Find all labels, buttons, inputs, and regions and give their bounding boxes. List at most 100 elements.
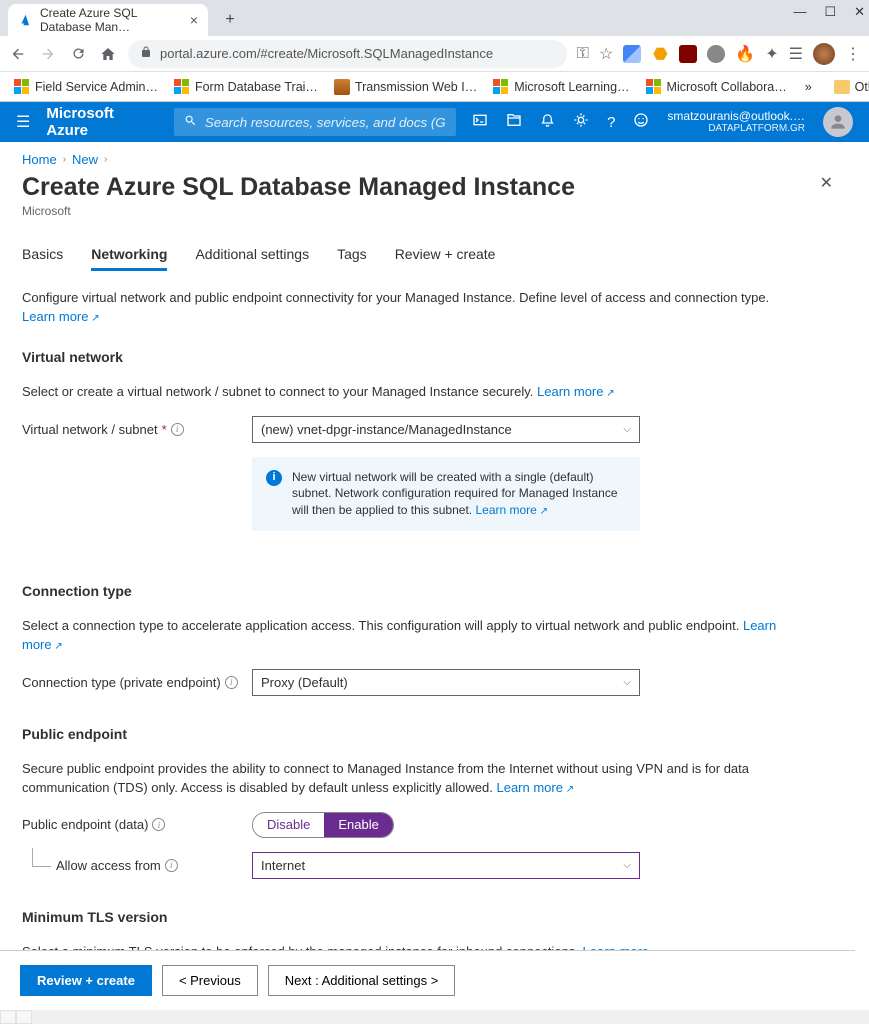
info-icon[interactable]: i — [225, 676, 238, 689]
allow-access-label: Allow access from i — [22, 858, 252, 873]
other-bookmarks[interactable]: Other bookmarks — [828, 77, 869, 97]
browser-tab[interactable]: Create Azure SQL Database Man… × — [8, 4, 208, 36]
window-maximize-icon[interactable]: ☐ — [824, 4, 836, 20]
allow-access-select[interactable]: Internet ⌵ — [252, 852, 640, 879]
bookmark-favicon — [334, 79, 350, 95]
ext-icon-grey[interactable] — [707, 45, 725, 63]
conn-heading: Connection type — [22, 583, 833, 599]
breadcrumb: Home › New › — [22, 152, 833, 167]
bookmark-item[interactable]: Field Service Admin… — [8, 76, 164, 98]
learn-more-link[interactable]: Learn more — [496, 780, 574, 795]
reload-button[interactable] — [68, 44, 88, 64]
chevron-right-icon: › — [104, 154, 107, 165]
bookmark-item[interactable]: Microsoft Learning… — [487, 76, 635, 98]
intro-text: Configure virtual network and public end… — [22, 289, 782, 327]
search-input[interactable] — [205, 115, 446, 130]
profile-avatar[interactable] — [813, 43, 835, 65]
vnet-subnet-select[interactable]: (new) vnet-dpgr-instance/ManagedInstance… — [252, 416, 640, 443]
tab-tags[interactable]: Tags — [337, 246, 367, 271]
learn-more-link[interactable]: Learn more — [537, 384, 615, 399]
azure-header: ☰ Microsoft Azure ? smatzouranis@outlook… — [0, 102, 869, 142]
ublock-ext-icon[interactable] — [679, 45, 697, 63]
key-icon[interactable]: ⚿ — [577, 45, 589, 63]
conn-field-label: Connection type (private endpoint) i — [22, 675, 252, 690]
toggle-disable[interactable]: Disable — [253, 813, 324, 837]
chevron-down-icon: ⌵ — [623, 424, 631, 435]
tab-review-create[interactable]: Review + create — [395, 246, 496, 271]
address-bar[interactable]: portal.azure.com/#create/Microsoft.SQLMa… — [128, 40, 567, 68]
url-text: portal.azure.com/#create/Microsoft.SQLMa… — [160, 46, 493, 61]
vnet-heading: Virtual network — [22, 349, 833, 365]
connection-type-select[interactable]: Proxy (Default) ⌵ — [252, 669, 640, 696]
translate-ext-icon[interactable] — [623, 45, 641, 63]
user-domain: DATAPLATFORM.GR — [667, 123, 805, 135]
cloud-shell-icon[interactable] — [472, 112, 488, 132]
tab-additional-settings[interactable]: Additional settings — [195, 246, 309, 271]
tls-heading: Minimum TLS version — [22, 909, 833, 925]
ext-icon-flame[interactable]: 🔥 — [735, 44, 755, 64]
info-icon[interactable]: i — [165, 859, 178, 872]
tab-networking[interactable]: Networking — [91, 246, 167, 271]
previous-button[interactable]: < Previous — [162, 965, 258, 996]
wizard-tabs: Basics Networking Additional settings Ta… — [22, 246, 833, 271]
windows-icon — [14, 79, 30, 95]
extensions-icon[interactable]: ✦ — [765, 44, 778, 64]
azure-favicon — [18, 13, 32, 27]
search-box[interactable] — [174, 108, 456, 136]
settings-icon[interactable] — [573, 112, 589, 132]
close-panel-icon[interactable]: ✕ — [820, 173, 833, 193]
wizard-footer: Review + create < Previous Next : Additi… — [0, 950, 855, 1010]
public-endpoint-toggle[interactable]: Disable Enable — [252, 812, 394, 838]
tab-basics[interactable]: Basics — [22, 246, 63, 271]
chevron-down-icon: ⌵ — [623, 677, 631, 688]
user-account[interactable]: smatzouranis@outlook.… DATAPLATFORM.GR — [667, 109, 805, 135]
breadcrumb-home[interactable]: Home — [22, 152, 57, 167]
brand-text[interactable]: Microsoft Azure — [46, 105, 158, 139]
extension-icons: ⚿ ☆ ⬣ 🔥 ✦ ☰ ⋮ — [577, 43, 861, 65]
windows-icon — [646, 79, 662, 95]
star-icon[interactable]: ☆ — [599, 44, 613, 64]
close-icon[interactable]: × — [190, 12, 198, 28]
window-minimize-icon[interactable]: — — [793, 4, 806, 20]
learn-more-link[interactable]: Learn more — [475, 503, 548, 517]
feedback-icon[interactable] — [633, 112, 649, 132]
pub-desc: Secure public endpoint provides the abil… — [22, 760, 782, 798]
user-avatar-icon[interactable] — [823, 107, 853, 137]
next-button[interactable]: Next : Additional settings > — [268, 965, 456, 996]
main-scroll-area[interactable]: Home › New › Create Azure SQL Database M… — [0, 142, 855, 1010]
review-create-button[interactable]: Review + create — [20, 965, 152, 996]
horizontal-scrollbar[interactable] — [0, 1010, 869, 1024]
notifications-icon[interactable] — [540, 113, 555, 132]
new-tab-button[interactable]: + — [216, 6, 244, 34]
required-indicator: * — [162, 422, 167, 437]
vnet-field-label: Virtual network / subnet * i — [22, 422, 252, 437]
pub-field-label: Public endpoint (data) i — [22, 817, 252, 832]
bookmarks-overflow[interactable]: » — [797, 80, 820, 94]
user-email: smatzouranis@outlook.… — [667, 109, 805, 123]
back-button[interactable] — [8, 44, 28, 64]
bookmark-item[interactable]: Transmission Web I… — [328, 76, 483, 98]
browser-toolbar: portal.azure.com/#create/Microsoft.SQLMa… — [0, 36, 869, 72]
breadcrumb-new[interactable]: New — [72, 152, 98, 167]
learn-more-link[interactable]: Learn more — [22, 309, 100, 324]
vnet-desc: Select or create a virtual network / sub… — [22, 383, 782, 402]
forward-button[interactable] — [38, 44, 58, 64]
chevron-down-icon: ⌵ — [623, 860, 631, 871]
chrome-menu-icon[interactable]: ⋮ — [845, 44, 861, 64]
reading-list-icon[interactable]: ☰ — [789, 44, 803, 64]
bookmark-item[interactable]: Microsoft Collabora… — [640, 76, 793, 98]
info-icon[interactable]: i — [152, 818, 165, 831]
windows-icon — [174, 79, 190, 95]
ext-icon-orange[interactable]: ⬣ — [651, 45, 669, 63]
conn-desc: Select a connection type to accelerate a… — [22, 617, 782, 655]
directories-icon[interactable] — [506, 112, 522, 132]
bookmark-item[interactable]: Form Database Trai… — [168, 76, 324, 98]
info-bubble-icon: i — [266, 470, 282, 486]
windows-icon — [493, 79, 509, 95]
toggle-enable[interactable]: Enable — [324, 813, 392, 837]
window-close-icon[interactable]: ✕ — [854, 4, 865, 20]
help-icon[interactable]: ? — [607, 114, 615, 131]
menu-icon[interactable]: ☰ — [16, 112, 30, 132]
home-button[interactable] — [98, 44, 118, 64]
info-icon[interactable]: i — [171, 423, 184, 436]
